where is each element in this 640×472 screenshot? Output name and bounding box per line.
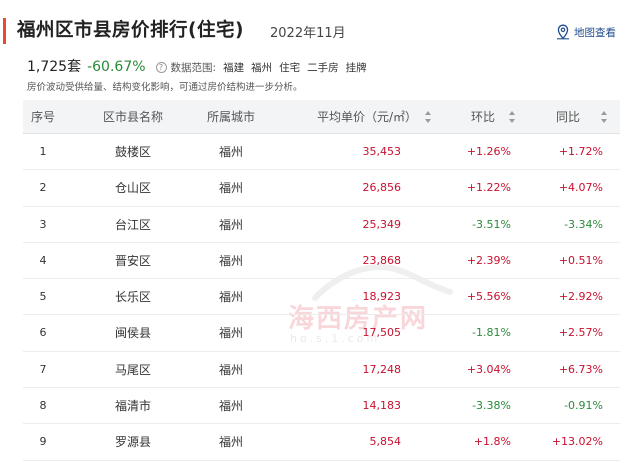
row-mom: +1.8%	[473, 435, 511, 449]
row-yoy: +6.73%	[558, 362, 603, 376]
header-city: 所属城市	[206, 110, 255, 124]
row-yoy: +13.02%	[551, 435, 603, 449]
table-row[interactable]: 8 福清市 福州 14,183 -3.38% -0.91%	[23, 388, 620, 425]
row-price: 17,248	[362, 362, 402, 376]
table-row[interactable]: 1 鼓楼区 福州 35,453 +1.26% +1.72%	[23, 134, 620, 171]
row-district[interactable]: 台江区	[93, 207, 173, 243]
listing-change: -60.67%	[87, 59, 146, 75]
page-title: 福州区市县房价排行(住宅)	[17, 20, 244, 41]
row-price: 23,868	[362, 253, 402, 267]
row-index: 2	[39, 181, 47, 195]
row-mom: -1.81%	[472, 326, 511, 340]
row-district[interactable]: 长乐区	[93, 279, 173, 315]
period-label: 2022年11月	[270, 26, 346, 41]
row-yoy: +2.57%	[558, 326, 603, 340]
map-view-label[interactable]: 地图查看	[574, 25, 616, 40]
table-body: 1 鼓楼区 福州 35,453 +1.26% +1.72% 2 仓山区 福州 2…	[23, 134, 620, 461]
sort-yoy-icon[interactable]	[601, 111, 608, 123]
row-index: 7	[39, 362, 47, 376]
row-mom: +1.22%	[466, 181, 511, 195]
row-city: 福州	[218, 290, 243, 305]
sort-mom-icon[interactable]	[509, 111, 516, 123]
table-row[interactable]: 7 马尾区 福州 17,248 +3.04% +6.73%	[23, 352, 620, 389]
scope-property-type: 住宅	[279, 62, 301, 74]
row-district[interactable]: 鼓楼区	[93, 134, 173, 170]
row-yoy: +4.07%	[558, 181, 603, 195]
scope-city: 福州	[251, 62, 273, 74]
listing-count: 1,725套	[27, 59, 82, 75]
row-district[interactable]: 马尾区	[93, 352, 173, 388]
scope-market: 二手房	[307, 62, 339, 74]
row-city: 福州	[218, 253, 243, 268]
help-icon[interactable]: ?	[155, 62, 167, 73]
row-city: 福州	[218, 435, 243, 450]
row-mom: +3.04%	[466, 362, 511, 376]
row-yoy: -0.91%	[564, 399, 603, 413]
header-district: 区市县名称	[102, 110, 163, 124]
data-scope-label: 数据范围:	[170, 62, 217, 74]
table-row[interactable]: 3 台江区 福州 25,349 -3.51% -3.34%	[23, 207, 620, 243]
row-index: 3	[39, 217, 47, 231]
row-index: 1	[39, 145, 47, 158]
table-row[interactable]: 4 晋安区 福州 23,868 +2.39% +0.51%	[23, 243, 620, 280]
map-pin-icon	[556, 24, 570, 40]
row-index: 8	[39, 399, 47, 413]
row-district[interactable]: 福清市	[93, 388, 173, 424]
row-city: 福州	[218, 181, 243, 196]
row-price: 26,856	[362, 181, 402, 195]
table-row[interactable]: 2 仓山区 福州 26,856 +1.22% +4.07%	[23, 170, 620, 207]
row-price: 14,183	[362, 399, 402, 413]
row-index: 4	[39, 253, 47, 267]
row-mom: -3.38%	[472, 399, 511, 413]
row-district[interactable]: 仓山区	[93, 170, 173, 206]
header-mom[interactable]: 环比	[463, 100, 503, 134]
row-district[interactable]: 晋安区	[93, 243, 173, 279]
page-header: 福州区市县房价排行(住宅) 2022年11月 地图查看	[0, 0, 640, 48]
row-city: 福州	[218, 217, 243, 232]
row-price: 17,505	[362, 326, 402, 340]
scope-listing-type: 挂牌	[345, 62, 367, 74]
row-district[interactable]: 闽侯县	[93, 315, 173, 351]
table-row[interactable]: 5 长乐区 福州 18,923 +5.56% +2.92%	[23, 279, 620, 316]
row-yoy: +0.51%	[558, 253, 603, 267]
map-view-link[interactable]: 地图查看	[556, 23, 616, 41]
summary-line: 1,725套 -60.67% ? 数据范围: 福建 福州 住宅 二手房 挂牌	[27, 56, 367, 76]
row-yoy: +2.92%	[558, 290, 603, 304]
row-index: 6	[39, 326, 47, 340]
price-note: 房价波动受供给量、结构变化影响，可通过房价结构进一步分析。	[27, 82, 303, 93]
table-row[interactable]: 9 罗源县 福州 5,854 +1.8% +13.02%	[23, 424, 620, 461]
row-city: 福州	[218, 399, 243, 414]
header-yoy[interactable]: 同比	[548, 100, 588, 134]
row-district[interactable]: 罗源县	[93, 424, 173, 460]
table-row[interactable]: 6 闽侯县 福州 17,505 -1.81% +2.57%	[23, 315, 620, 352]
header-index: 序号	[30, 110, 55, 124]
header-price[interactable]: 平均单价（元/㎡）	[301, 100, 417, 134]
sort-price-icon[interactable]	[425, 111, 432, 123]
scope-province: 福建	[223, 62, 245, 74]
title-accent-bar	[3, 18, 6, 44]
row-index: 5	[39, 290, 47, 304]
row-mom: +2.39%	[466, 253, 511, 267]
row-yoy: -3.34%	[564, 217, 603, 231]
row-price: 18,923	[362, 290, 402, 304]
row-city: 福州	[218, 362, 243, 377]
row-mom: +1.26%	[466, 145, 511, 158]
row-city: 福州	[218, 326, 243, 341]
row-index: 9	[39, 435, 47, 449]
row-price: 25,349	[362, 217, 402, 231]
row-price: 5,854	[369, 435, 402, 449]
row-price: 35,453	[362, 145, 402, 158]
table-header: 序号 区市县名称 所属城市 平均单价（元/㎡） 环比 同比	[23, 100, 620, 134]
row-mom: -3.51%	[472, 217, 511, 231]
row-yoy: +1.72%	[558, 145, 603, 158]
row-mom: +5.56%	[466, 290, 511, 304]
row-city: 福州	[218, 145, 243, 159]
